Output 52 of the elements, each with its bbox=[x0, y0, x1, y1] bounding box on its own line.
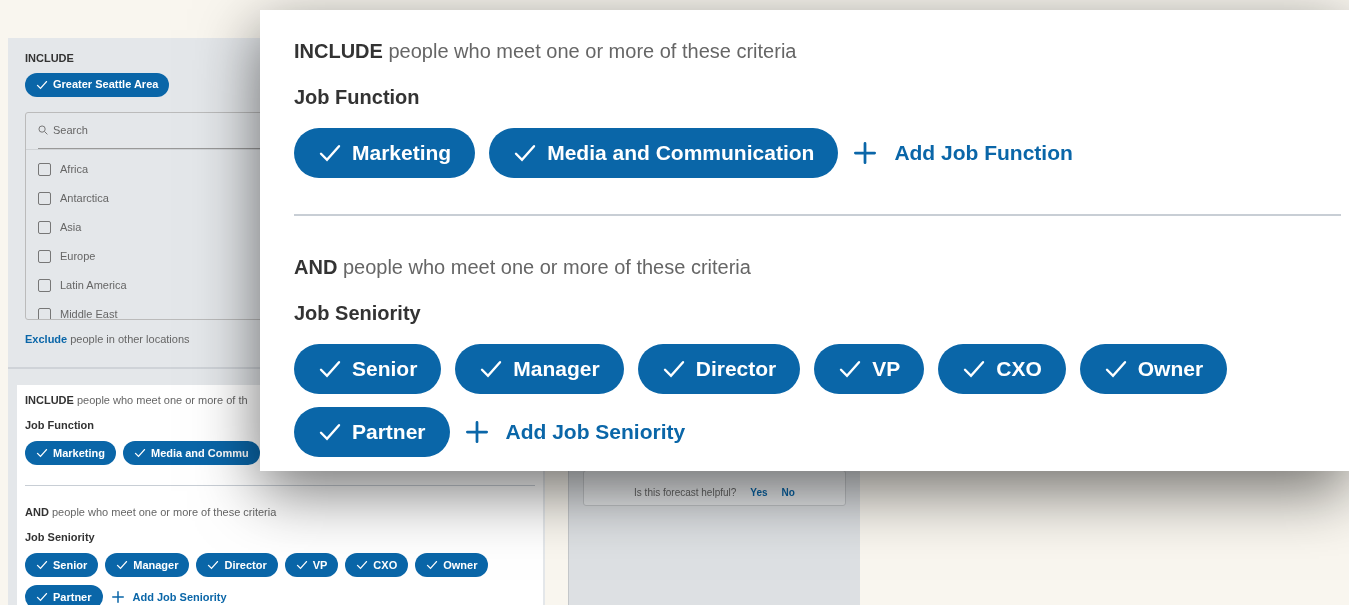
option-label: Latin America bbox=[60, 277, 127, 293]
filter-chip[interactable]: Owner bbox=[415, 553, 489, 577]
criteria-caption: AND people who meet one or more of these criteria bbox=[294, 255, 751, 280]
criteria-title: Job Function bbox=[294, 85, 420, 110]
add-link[interactable]: Add Job Function bbox=[894, 137, 1073, 169]
filter-chip[interactable]: Senior bbox=[294, 344, 442, 394]
filter-chip[interactable]: Partner bbox=[294, 407, 450, 457]
filter-chip[interactable]: Partner bbox=[25, 585, 103, 605]
filter-chip[interactable]: VP bbox=[814, 344, 925, 394]
exclude-link[interactable]: Exclude bbox=[25, 332, 68, 345]
filter-chip[interactable]: Marketing bbox=[25, 441, 116, 465]
filter-chip[interactable]: VP bbox=[284, 553, 339, 577]
option-label: Asia bbox=[60, 219, 82, 235]
filter-chip[interactable]: CXO bbox=[345, 553, 409, 577]
checkbox[interactable] bbox=[38, 162, 51, 176]
filter-chip[interactable]: Senior bbox=[25, 553, 99, 577]
forecast-question: Is this forecast helpful? bbox=[634, 486, 737, 500]
filter-chip[interactable]: Owner bbox=[1079, 344, 1228, 394]
filter-chip[interactable]: Manager bbox=[455, 344, 624, 394]
plus-icon bbox=[465, 421, 488, 443]
checkbox[interactable] bbox=[38, 220, 51, 234]
filter-chip[interactable]: Media and Communication bbox=[489, 128, 839, 178]
criteria-caption: INCLUDE people who meet one or more of these criteria bbox=[294, 39, 797, 64]
criteria-title: Job Seniority bbox=[294, 301, 421, 326]
filter-chip[interactable]: Greater Seattle Area bbox=[25, 72, 170, 97]
criteria-caption: INCLUDE people who meet one or more of th bbox=[25, 393, 248, 408]
filter-chip[interactable]: CXO bbox=[938, 344, 1066, 394]
checkbox[interactable] bbox=[38, 278, 51, 292]
option-label: Antarctica bbox=[60, 190, 109, 206]
criteria-title: Job Function bbox=[25, 417, 95, 433]
filter-chip[interactable]: Marketing bbox=[294, 128, 476, 178]
criteria-title: Job Seniority bbox=[25, 529, 95, 545]
checkbox[interactable] bbox=[38, 249, 51, 263]
option-label: Africa bbox=[60, 161, 89, 177]
add-link[interactable]: Add Job Seniority bbox=[505, 416, 686, 448]
option-label: Europe bbox=[60, 248, 96, 264]
no-link[interactable]: No bbox=[781, 485, 795, 500]
filter-chip[interactable]: Director bbox=[196, 553, 278, 577]
search-field[interactable]: Search bbox=[53, 121, 173, 139]
filter-chip[interactable]: Media and Commu bbox=[122, 441, 260, 465]
filter-chip[interactable]: Director bbox=[637, 344, 801, 394]
section-heading: INCLUDE bbox=[25, 51, 74, 66]
criteria-caption: AND people who meet one or more of these criteria bbox=[25, 505, 277, 520]
search-icon bbox=[38, 125, 48, 135]
checkbox[interactable] bbox=[38, 191, 51, 205]
plus-icon bbox=[854, 142, 877, 164]
filter-chip[interactable]: Manager bbox=[105, 553, 190, 577]
option-label: Middle East bbox=[60, 306, 118, 319]
yes-link[interactable]: Yes bbox=[750, 485, 768, 500]
plus-icon bbox=[111, 591, 124, 603]
add-link[interactable]: Add Job Seniority bbox=[132, 588, 227, 605]
checkbox[interactable] bbox=[38, 307, 51, 319]
